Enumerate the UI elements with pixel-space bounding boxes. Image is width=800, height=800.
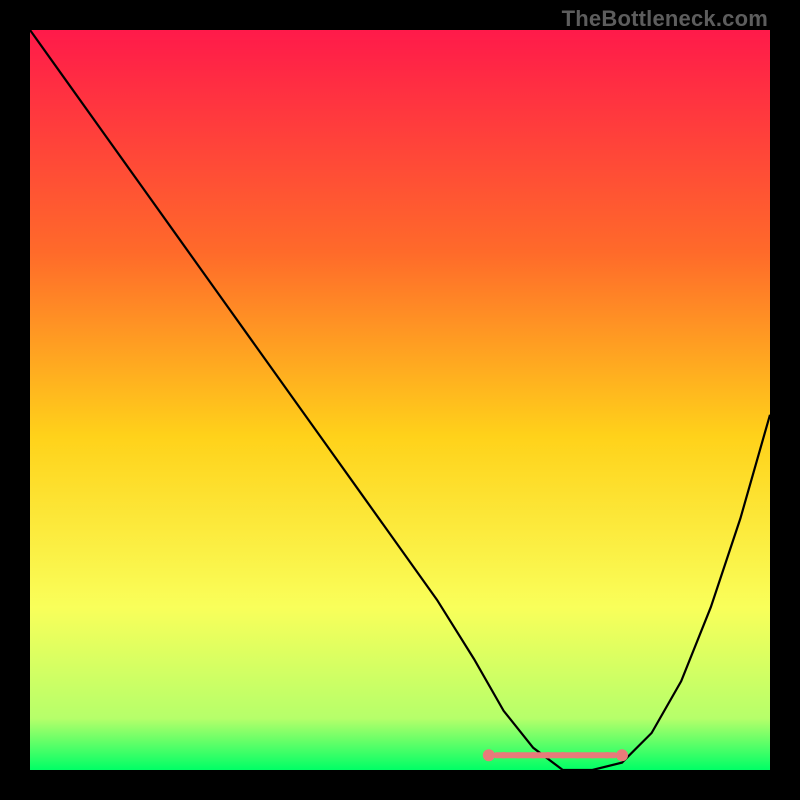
highlight-dot	[500, 752, 506, 758]
highlight-dot	[589, 752, 595, 758]
highlight-dot	[604, 752, 610, 758]
plot-area	[30, 30, 770, 770]
highlight-dot	[530, 752, 536, 758]
chart-container: TheBottleneck.com	[0, 0, 800, 800]
highlight-dot	[483, 749, 495, 761]
gradient-background	[30, 30, 770, 770]
chart-svg	[30, 30, 770, 770]
highlight-dot	[574, 752, 580, 758]
highlight-dot	[616, 749, 628, 761]
highlight-dot	[560, 752, 566, 758]
highlight-dot	[515, 752, 521, 758]
watermark-label: TheBottleneck.com	[562, 6, 768, 32]
highlight-dot	[545, 752, 551, 758]
